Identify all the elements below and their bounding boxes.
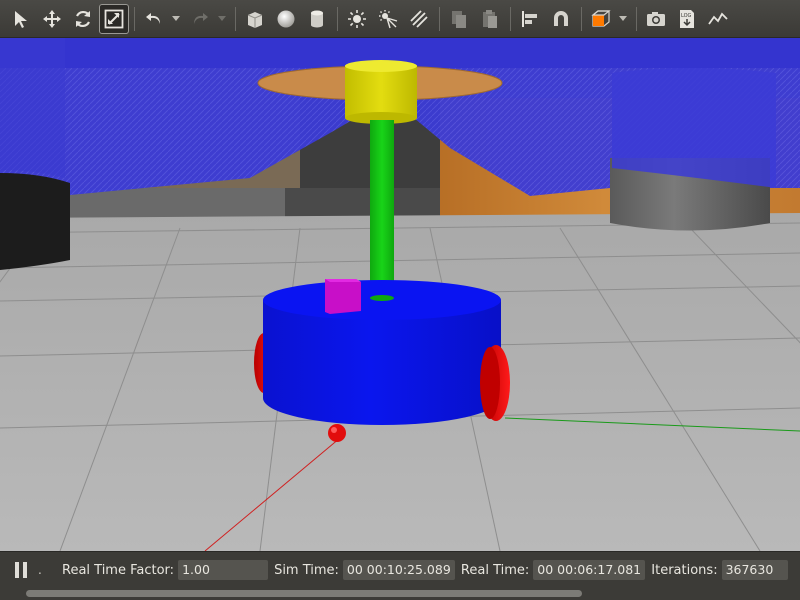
robot-caster-ball-highlight [331,427,337,433]
redo-icon [194,12,208,24]
real-time-factor-value: 1.00 [178,560,269,580]
view-angle-dropdown[interactable] [617,4,629,34]
toolbar-separator [134,6,135,31]
robot-column-base [370,295,394,301]
translate-mode-icon [43,9,61,28]
select-mode-icon [15,10,27,28]
sim-time-value: 00 00:10:25.089 [342,560,455,580]
scale-mode-icon [104,9,124,28]
toolbar-separator [235,6,236,31]
screenshot-button[interactable] [641,4,671,34]
plot-icon [708,12,728,25]
status-bar: . Real Time Factor: 1.00 Sim Time: 00 00… [0,551,800,588]
point-light-button[interactable] [342,4,372,34]
directional-light-icon [410,9,428,28]
screenshot-icon [647,11,665,26]
chevron-down-icon [619,15,627,21]
robot-sensor-box-top [325,279,361,282]
align-button[interactable] [515,4,545,34]
paste-icon [483,9,497,28]
copy-button[interactable] [444,4,474,34]
svg-text:LOG: LOG [681,13,692,19]
toolbar-separator [439,6,440,31]
undo-icon [146,12,160,24]
scene-render[interactable] [0,38,800,551]
copy-icon [452,10,466,28]
redo-history-dropdown[interactable] [216,4,228,34]
toolbar-separator [636,6,637,31]
toolbar: LOG [0,0,800,38]
scale-mode-button[interactable] [99,3,129,34]
box-shape-icon [247,11,263,28]
directional-light-button[interactable] [404,4,434,34]
undo-history-dropdown[interactable] [170,4,182,34]
rotate-mode-icon [76,10,90,27]
toolbar-separator [337,6,338,31]
scene-viewport[interactable] [0,38,800,551]
log-icon: LOG [680,9,694,28]
point-light-icon [348,9,366,28]
robot-sensor-box [325,279,361,314]
spot-light-button[interactable] [373,4,403,34]
cylinder-shape-button[interactable] [302,4,332,34]
left-cylinder-obstacle [0,173,70,270]
robot-sensor-cap-top [345,60,417,72]
sim-time-label: Sim Time: [274,562,339,578]
rotate-mode-button[interactable] [68,4,98,34]
snap-button[interactable] [546,4,576,34]
robot-column [370,120,394,300]
redo-button[interactable] [185,4,215,34]
real-time-label: Real Time: [460,562,530,578]
robot-caster-ball [328,424,346,442]
real-time-value: 00 00:06:17.081 [533,560,646,580]
spot-light-icon [379,9,398,28]
snap-icon [554,10,568,26]
translate-mode-button[interactable] [37,4,67,34]
toolbar-separator [581,6,582,31]
toolbar-separator [510,6,511,31]
undo-button[interactable] [139,4,169,34]
gazebo-window: LOG . Real Time Factor: 1.00 Sim Time: 0… [0,0,800,600]
box-shape-button[interactable] [240,4,270,34]
view-angle-icon [591,9,611,27]
robot-sensor-cap [345,65,417,118]
real-time-factor-label: Real Time Factor: [62,562,175,578]
pause-icon [15,562,19,578]
cylinder-shape-icon [311,10,323,27]
plot-button[interactable] [703,4,733,34]
robot-right-wheel-side [480,347,500,419]
iterations-label: Iterations: [651,562,718,578]
pause-icon-bar [23,562,27,578]
sphere-shape-button[interactable] [271,4,301,34]
paste-button[interactable] [475,4,505,34]
chevron-down-icon [218,15,226,21]
view-angle-button[interactable] [586,4,616,34]
left-cylinder-scan [0,38,65,178]
log-button[interactable]: LOG [672,4,702,34]
scrollbar-thumb[interactable] [26,590,582,597]
iterations-value: 367630 [721,560,788,580]
step-indicator: . [38,563,42,577]
select-mode-button[interactable] [6,4,36,34]
sphere-shape-icon [277,10,295,27]
horizontal-scrollbar[interactable] [0,588,800,600]
chevron-down-icon [172,15,180,21]
align-icon [522,10,537,27]
pause-button[interactable] [8,557,34,583]
right-cylinder-scan [612,68,776,188]
